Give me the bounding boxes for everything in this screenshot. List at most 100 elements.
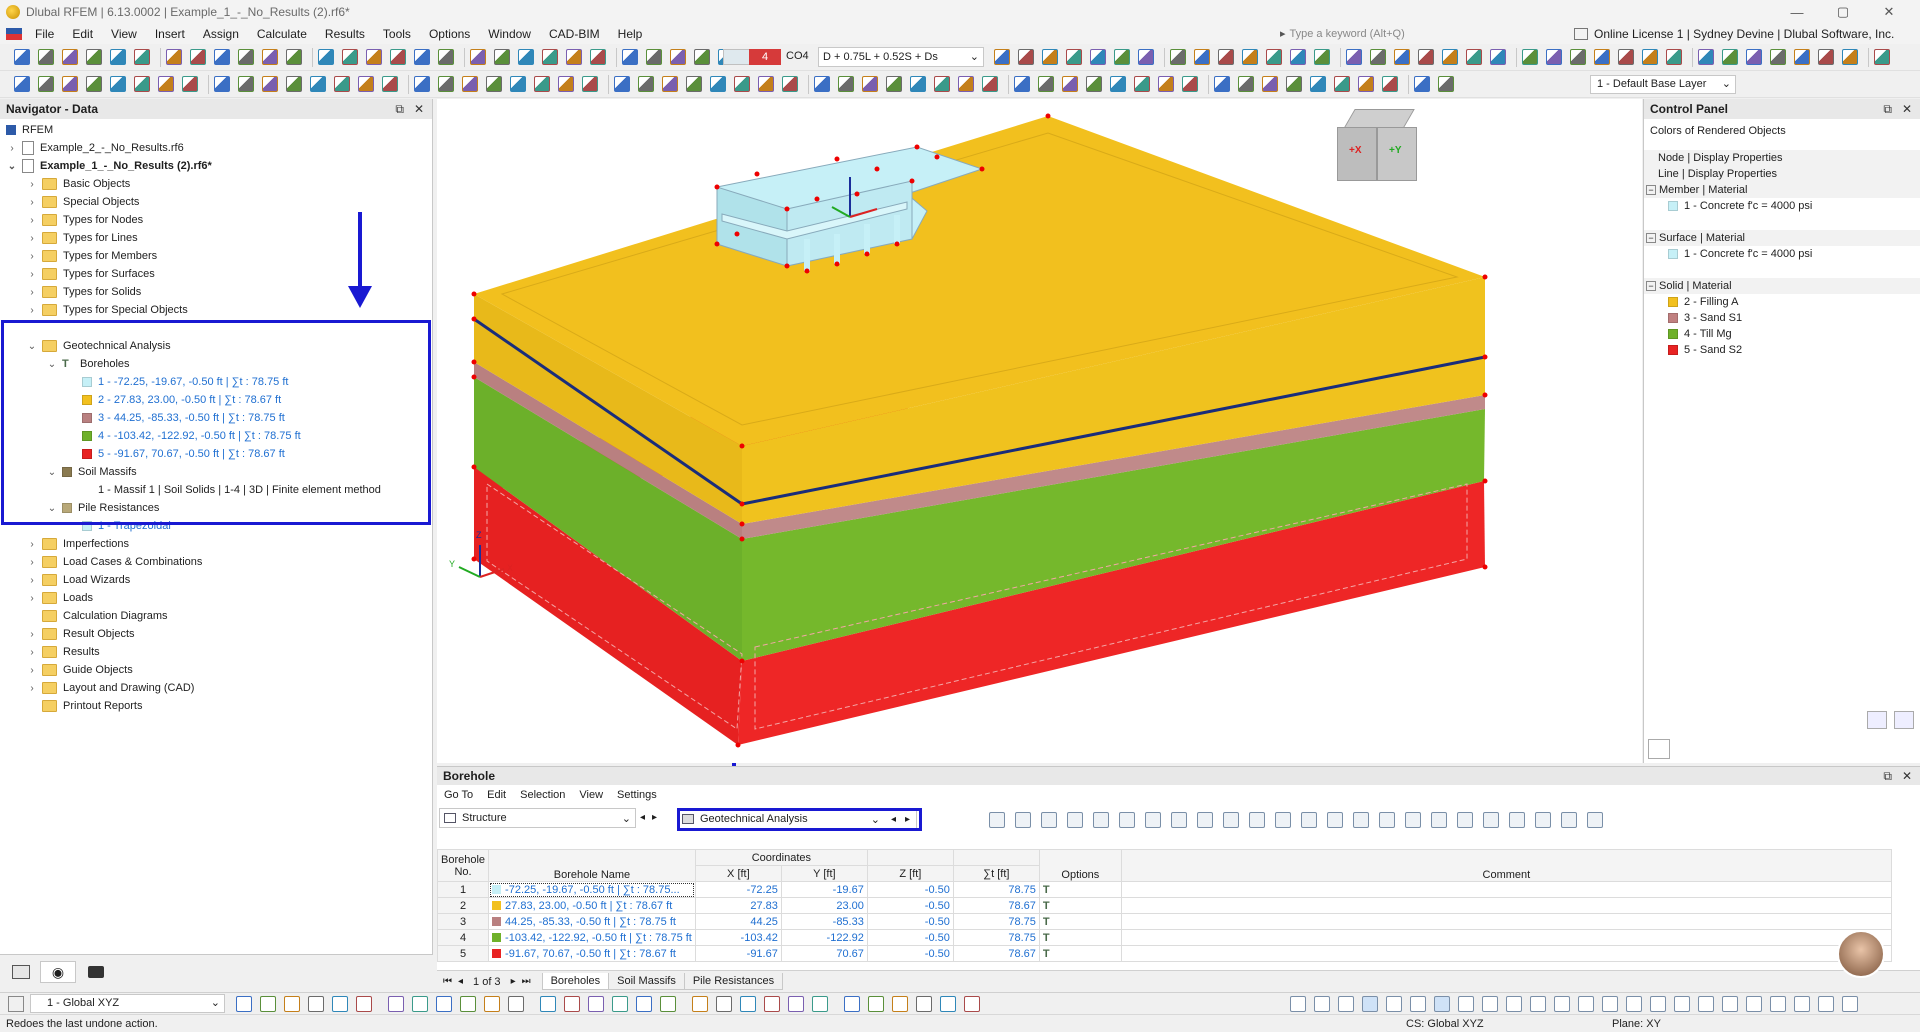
toolbar-tool-icon[interactable] — [366, 49, 382, 65]
toolbar-tool-icon[interactable] — [1394, 49, 1410, 65]
toolbar-tool-icon[interactable] — [1698, 49, 1714, 65]
solid-material-group[interactable]: − Solid | Material — [1644, 278, 1920, 294]
display-tool-icon[interactable] — [1506, 996, 1522, 1012]
node-point[interactable] — [804, 268, 810, 274]
cell-sum[interactable]: 78.75 — [952, 929, 1040, 946]
node-point[interactable] — [1482, 564, 1488, 570]
tree-folder[interactable]: › Basic Objects — [26, 175, 130, 193]
node-point[interactable] — [979, 166, 985, 172]
load-combination-dropdown[interactable]: D + 0.75L + 0.52S + Ds ⌄ — [818, 47, 984, 67]
list-view-icon[interactable] — [1648, 739, 1670, 759]
cell-sum[interactable]: 78.67 — [952, 945, 1040, 962]
node-point[interactable] — [739, 536, 745, 542]
display-tool-icon[interactable] — [1626, 996, 1642, 1012]
toolbar-tool-icon[interactable] — [1666, 49, 1682, 65]
toolbar-tool-icon[interactable] — [582, 76, 598, 92]
tree-folder[interactable]: › Special Objects — [26, 193, 139, 211]
toolbar-tool-icon[interactable] — [710, 76, 726, 92]
toolbar-tool-icon[interactable] — [414, 49, 430, 65]
cell-name[interactable]: 27.83, 23.00, -0.50 ft | ∑t : 78.67 ft — [488, 897, 696, 914]
view-cube[interactable]: +X +Y — [1337, 109, 1419, 189]
display-tool-icon[interactable] — [1794, 996, 1810, 1012]
data-tab-icon[interactable] — [12, 965, 30, 979]
table-tool-icon[interactable] — [1015, 812, 1031, 828]
tree-folder[interactable]: › Types for Nodes — [26, 211, 143, 229]
cell-x[interactable]: -91.67 — [694, 945, 782, 962]
chevron-right-icon[interactable]: › — [26, 557, 38, 568]
toolbar-tool-icon[interactable] — [1594, 49, 1610, 65]
menu-edit[interactable]: Edit — [63, 27, 102, 41]
first-page-icon[interactable]: ⏮ — [443, 976, 452, 987]
snap-tool-icon[interactable] — [236, 996, 252, 1012]
toolbar-tool-icon[interactable] — [494, 49, 510, 65]
node-point[interactable] — [1045, 113, 1051, 119]
toolbar-tool-icon[interactable] — [14, 76, 30, 92]
node-point[interactable] — [471, 359, 477, 365]
table-row[interactable]: 5 -91.67, 70.67, -0.50 ft | ∑t : 78.67 ft… — [436, 945, 1892, 962]
menu-options[interactable]: Options — [420, 27, 479, 41]
node-point[interactable] — [854, 191, 860, 197]
3d-viewport[interactable]: Z X Y +X +Y — [437, 99, 1642, 763]
assistant-avatar[interactable] — [1837, 930, 1885, 978]
table-tool-icon[interactable] — [1249, 812, 1265, 828]
tree-root[interactable]: RFEM — [6, 121, 53, 139]
tab-pile-resistances[interactable]: Pile Resistances — [683, 973, 784, 990]
toolbar-tool-icon[interactable] — [1286, 76, 1302, 92]
cell-sum[interactable]: 78.67 — [952, 897, 1040, 914]
table-menu-selection[interactable]: Selection — [513, 789, 572, 801]
toolbar-tool-icon[interactable] — [1490, 49, 1506, 65]
toolbar-tool-icon[interactable] — [1042, 49, 1058, 65]
toolbar-tool-icon[interactable] — [1722, 49, 1738, 65]
toolbar-tool-icon[interactable] — [510, 76, 526, 92]
tab-boreholes[interactable]: Boreholes — [541, 973, 610, 990]
chevron-right-icon[interactable]: › — [26, 215, 38, 226]
cell-z[interactable]: -0.50 — [866, 881, 954, 898]
node-point[interactable] — [834, 156, 840, 162]
toolbar-tool-icon[interactable] — [1618, 49, 1634, 65]
cell-z[interactable]: -0.50 — [866, 929, 954, 946]
table-row[interactable]: 3 44.25, -85.33, -0.50 ft | ∑t : 78.75 ft… — [436, 913, 1892, 930]
cell-options[interactable]: T — [1038, 897, 1122, 914]
coordinate-system-dropdown[interactable]: 1 - Global XYZ ⌄ — [30, 994, 225, 1013]
snap-tool-icon[interactable] — [332, 996, 348, 1012]
chevron-right-icon[interactable]: › — [26, 269, 38, 280]
toolbar-tool-icon[interactable] — [1114, 49, 1130, 65]
table-tool-icon[interactable] — [1041, 812, 1057, 828]
snap-tool-icon[interactable] — [284, 996, 300, 1012]
display-tool-icon[interactable] — [1602, 996, 1618, 1012]
node-point[interactable] — [784, 263, 790, 269]
cell-name[interactable]: -103.42, -122.92, -0.50 ft | ∑t : 78.75 … — [488, 929, 696, 946]
table-tool-icon[interactable] — [1587, 812, 1603, 828]
toolbar-tool-icon[interactable] — [1642, 49, 1658, 65]
cell-x[interactable]: 44.25 — [694, 913, 782, 930]
snap-tool-icon[interactable] — [436, 996, 452, 1012]
toolbar-tool-icon[interactable] — [86, 49, 102, 65]
snap-tool-icon[interactable] — [540, 996, 556, 1012]
table-row[interactable]: 1 -72.25, -19.67, -0.50 ft | ∑t : 78.75..… — [436, 881, 1892, 898]
minimize-button[interactable]: — — [1774, 0, 1820, 24]
toolbar-tool-icon[interactable] — [1138, 49, 1154, 65]
table-tool-icon[interactable] — [1171, 812, 1187, 828]
table-tool-icon[interactable] — [1353, 812, 1369, 828]
cell-x[interactable]: 27.83 — [694, 897, 782, 914]
last-page-icon[interactable]: ⏭ — [522, 976, 531, 987]
snap-tool-icon[interactable] — [764, 996, 780, 1012]
member-material-group[interactable]: − Member | Material — [1644, 182, 1920, 198]
toolbar-tool-icon[interactable] — [1218, 49, 1234, 65]
solid-material-item[interactable]: 5 - Sand S2 — [1644, 342, 1742, 358]
display-tool-icon[interactable] — [1530, 996, 1546, 1012]
snap-tool-icon[interactable] — [308, 996, 324, 1012]
solid-material-item[interactable]: 3 - Sand S1 — [1644, 310, 1742, 326]
display-tool-icon[interactable] — [1434, 996, 1450, 1012]
toolbar-tool-icon[interactable] — [262, 49, 278, 65]
toolbar-tool-icon[interactable] — [262, 76, 278, 92]
toolbar-tool-icon[interactable] — [1570, 49, 1586, 65]
snap-tool-icon[interactable] — [788, 996, 804, 1012]
toolbar-tool-icon[interactable] — [622, 49, 638, 65]
toolbar-tool-icon[interactable] — [134, 76, 150, 92]
solid-material-item[interactable]: 4 - Till Mg — [1644, 326, 1732, 342]
tree-folder[interactable]: › Result Objects — [26, 625, 135, 643]
table-menu-view[interactable]: View — [572, 789, 610, 801]
display-tool-icon[interactable] — [1554, 996, 1570, 1012]
toolbar-tool-icon[interactable] — [182, 76, 198, 92]
